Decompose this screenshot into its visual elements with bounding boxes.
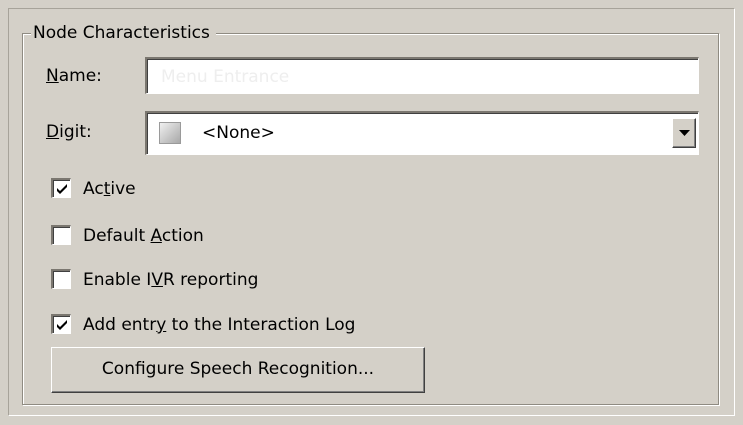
active-checkbox[interactable] [51,178,71,198]
digit-swatch-icon [159,122,181,144]
default-action-checkbox[interactable] [51,225,71,245]
checkmark-icon [57,184,67,194]
interaction-log-checkbox[interactable] [51,314,71,334]
checkmark-icon [57,320,67,330]
group-title: Node Characteristics [31,20,216,46]
digit-label: Digit: [46,122,92,142]
ivr-reporting-label: Enable IVR reporting [83,270,259,290]
default-action-label: Default Action [83,226,204,246]
ivr-reporting-checkbox[interactable] [51,269,71,289]
name-input[interactable]: Menu Entrance [145,57,699,94]
chevron-down-icon [679,130,690,136]
interaction-log-label: Add entry to the Interaction Log [83,315,356,335]
name-input-value: Menu Entrance [161,67,290,87]
digit-selected-value: <None> [202,123,275,143]
configure-speech-recognition-button[interactable]: Configure Speech Recognition... [51,347,425,393]
active-label: Active [83,179,136,199]
dropdown-arrow-button[interactable] [672,118,696,148]
name-label: Name: [46,66,102,86]
digit-select[interactable]: <None> [145,111,699,155]
